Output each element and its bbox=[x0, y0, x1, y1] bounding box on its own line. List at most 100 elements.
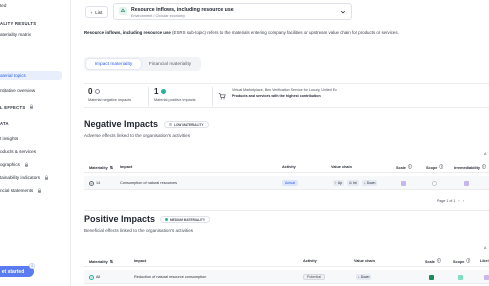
chip-label: Down bbox=[366, 181, 376, 185]
description-text: (ESRS sub-topic) refers to the materials… bbox=[170, 30, 399, 35]
recycle-icon bbox=[119, 7, 127, 15]
sidebar-item-material-topics[interactable]: aterial topics bbox=[0, 73, 26, 78]
lock-icon bbox=[37, 188, 42, 193]
get-started-label: et started bbox=[1, 268, 25, 275]
scope-indicator bbox=[432, 180, 437, 186]
positive-impacts-subtitle: Beneficial effects linked to the organis… bbox=[84, 228, 194, 233]
info-icon: ⓘ bbox=[407, 165, 412, 169]
positive-table-header: Materiality ⇅ Impact Activity Value chain… bbox=[84, 256, 489, 267]
lock-icon bbox=[29, 104, 34, 109]
header-label: Scale bbox=[396, 165, 406, 170]
header-label: Materiality bbox=[89, 259, 108, 264]
sidebar-item-materiality-matrix[interactable]: ateriality matrix bbox=[0, 32, 31, 37]
value-chain-chip-int: ⊙ Int bbox=[347, 180, 359, 186]
materiality-tabs: Impact materiality Financial materiality bbox=[84, 57, 201, 71]
own-ops-icon: ⊙ bbox=[349, 181, 352, 185]
chevron-left-icon[interactable]: ‹ bbox=[458, 199, 459, 203]
likelihood-indicator bbox=[484, 274, 489, 280]
arrow-down-icon: ↓ bbox=[358, 275, 360, 279]
chevron-right-icon[interactable]: › bbox=[463, 199, 464, 203]
tab-impact-materiality[interactable]: Impact materiality bbox=[86, 59, 141, 69]
column-overflow-label: A bbox=[484, 152, 487, 156]
stat-divider bbox=[148, 87, 149, 106]
chevron-left-icon: ‹ bbox=[90, 9, 93, 15]
value-chain-chip-down: ↓ Down bbox=[356, 274, 372, 280]
info-icon: ⓘ bbox=[436, 259, 441, 263]
sidebar-section-data: ATA bbox=[0, 121, 9, 126]
chip-label: Int bbox=[352, 181, 357, 185]
sidebar-item-label: ographics bbox=[0, 162, 20, 167]
sidebar-item-insights[interactable]: t insights bbox=[0, 136, 18, 141]
header-label: Scope bbox=[426, 165, 438, 170]
table-row[interactable]: 14 Consumption of natural resources Actu… bbox=[84, 176, 489, 190]
topic-subtitle: Environment / Circular economy bbox=[131, 13, 186, 18]
value-chain-chip-down: ↓ Down bbox=[362, 180, 378, 186]
column-header-materiality[interactable]: Materiality ⇅ bbox=[89, 165, 113, 171]
sidebar-section-effects: L EFFECTS bbox=[0, 104, 34, 110]
lock-icon bbox=[44, 175, 49, 180]
header-label: Materiality bbox=[89, 165, 108, 170]
column-header-impact: Impact bbox=[134, 259, 147, 263]
header-label: Irremediability bbox=[454, 165, 480, 170]
info-icon: ⓘ bbox=[481, 165, 486, 169]
section-divider bbox=[84, 210, 489, 211]
materiality-cell: 14 bbox=[89, 180, 101, 186]
activity-pill: Potential bbox=[303, 273, 325, 280]
back-label: List bbox=[95, 9, 103, 15]
column-header-likelihood: Likel bbox=[480, 259, 489, 263]
column-header-irremediability: Irremediability ⓘ bbox=[454, 165, 486, 170]
chip-label: Down bbox=[360, 275, 370, 279]
sidebar-item-sustainability-indicators[interactable]: tainability indicators bbox=[0, 175, 49, 180]
value-chain-summary: Virtual Marketplace, Ben Verification Se… bbox=[232, 87, 337, 99]
sidebar-item-label: t insights bbox=[0, 136, 19, 141]
stats-card: 0 Material negative impacts 1 Material p… bbox=[84, 83, 489, 108]
stat-divider bbox=[212, 87, 213, 106]
column-header-scope: Scope ⓘ bbox=[453, 259, 470, 264]
scale-indicator bbox=[401, 180, 406, 186]
sidebar-item-top[interactable]: ted bbox=[0, 3, 6, 8]
description-bold: Resource inflows, including resource use bbox=[84, 30, 171, 35]
sidebar-section-results: ALITY RESULTS bbox=[0, 21, 37, 26]
topic-select[interactable]: Resource inflows, including resource use… bbox=[113, 3, 352, 20]
sidebar-item-label: oducts & services bbox=[0, 149, 36, 154]
info-icon: ⓘ bbox=[466, 259, 471, 263]
impact-id: 14 bbox=[96, 181, 101, 185]
activity-pill: Actual bbox=[282, 179, 298, 186]
materiality-badge: LOW MATERIALITY bbox=[164, 121, 209, 128]
negative-label: Material negative impacts bbox=[88, 98, 132, 102]
sidebar-item-quantitative-overview[interactable]: ntitative overview bbox=[0, 88, 35, 93]
back-button[interactable]: ‹ List bbox=[85, 6, 108, 18]
impact-cell: Consumption of natural resources bbox=[120, 180, 177, 185]
sidebar-item-label: tainability indicators bbox=[0, 175, 41, 180]
table-row[interactable]: All Reduction of natural resource consum… bbox=[84, 270, 489, 284]
scale-indicator bbox=[429, 274, 434, 280]
page-label: Page 1 of 1 bbox=[437, 199, 456, 203]
sidebar-item-label: ateriality matrix bbox=[0, 32, 31, 37]
sort-icon: ⇅ bbox=[109, 260, 113, 264]
tab-financial-materiality[interactable]: Financial materiality bbox=[142, 59, 198, 69]
column-header-scale: Scale ⓘ bbox=[425, 259, 441, 264]
header-label: Scale bbox=[425, 259, 435, 264]
sidebar-item-label: aterial topics bbox=[0, 73, 26, 78]
sidebar-item-products-services[interactable]: oducts & services bbox=[0, 149, 36, 154]
topic-description: Resource inflows, including resource use… bbox=[84, 30, 424, 37]
chip-label: Up bbox=[337, 181, 343, 185]
scope-indicator bbox=[458, 274, 463, 280]
stat-negative: 0 Material negative impacts bbox=[88, 87, 131, 102]
sidebar-item-financial-statements[interactable]: ncial statements bbox=[0, 188, 42, 193]
irremediability-indicator bbox=[464, 180, 469, 186]
sidebar-item-demographics[interactable]: ographics bbox=[0, 162, 29, 167]
arrow-up-icon: ↑ bbox=[335, 181, 337, 185]
impact-cell: Reduction of natural resource consumptio… bbox=[134, 274, 207, 279]
sidebar-item-label: ted bbox=[0, 3, 7, 8]
sort-icon: ⇅ bbox=[109, 166, 113, 170]
column-header-materiality[interactable]: Materiality ⇅ bbox=[89, 259, 113, 265]
column-header-value-chain: Value chain bbox=[354, 259, 375, 263]
column-header-activity: Activity bbox=[303, 259, 317, 263]
badge-label: MEDIUM MATERIALITY bbox=[170, 217, 205, 222]
value-chain-caption: Products and services with the highest c… bbox=[232, 94, 321, 98]
negative-table-header: Materiality ⇅ Impact Activity Value chain… bbox=[84, 162, 489, 173]
column-header-scope: Scope ⓘ bbox=[426, 165, 443, 170]
stat-positive: 1 Material positive impacts bbox=[154, 87, 196, 102]
badge-dot-icon bbox=[165, 218, 168, 221]
